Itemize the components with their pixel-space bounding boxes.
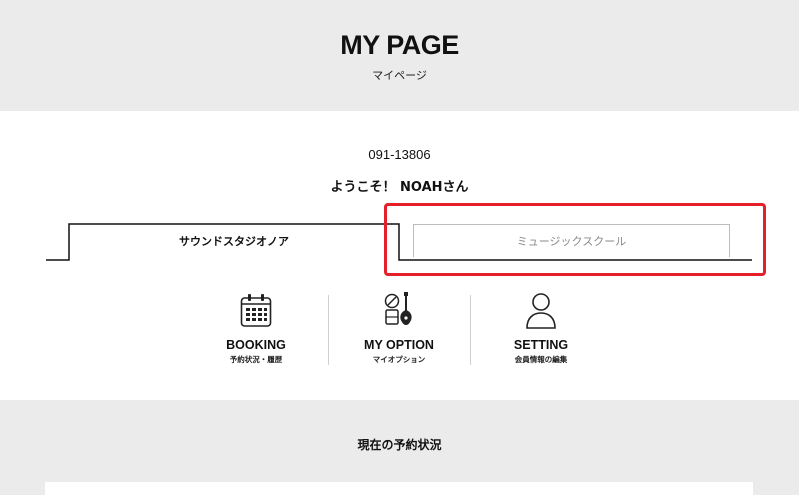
- booking-button[interactable]: BOOKING 予約状況・履歴: [185, 292, 327, 370]
- setting-label: SETTING: [513, 338, 569, 352]
- guitar-equipment-icon: [384, 292, 412, 325]
- my-option-label: MY OPTION: [364, 338, 434, 352]
- reservation-card: [45, 482, 753, 495]
- page-title: MY PAGE: [340, 30, 459, 60]
- my-option-sublabel: マイオプション: [372, 355, 426, 364]
- highlight-annotation: [384, 203, 766, 276]
- user-icon: [526, 293, 556, 329]
- booking-sublabel: 予約状況・履歴: [229, 355, 283, 364]
- setting-sublabel: 会員情報の編集: [514, 355, 568, 364]
- reservation-title: 現在の予約状況: [357, 438, 442, 452]
- calendar-icon: [240, 294, 272, 327]
- tab-sound-studio-noah[interactable]: サウンドスタジオノア: [69, 224, 399, 258]
- page-subtitle: マイページ: [372, 69, 427, 82]
- welcome-message: ようこそ！ NOAHさん: [330, 180, 469, 195]
- member-id: 091-13806: [368, 147, 431, 162]
- setting-button[interactable]: SETTING 会員情報の編集: [470, 292, 612, 370]
- booking-label: BOOKING: [226, 338, 286, 352]
- my-option-button[interactable]: MY OPTION マイオプション: [328, 292, 470, 370]
